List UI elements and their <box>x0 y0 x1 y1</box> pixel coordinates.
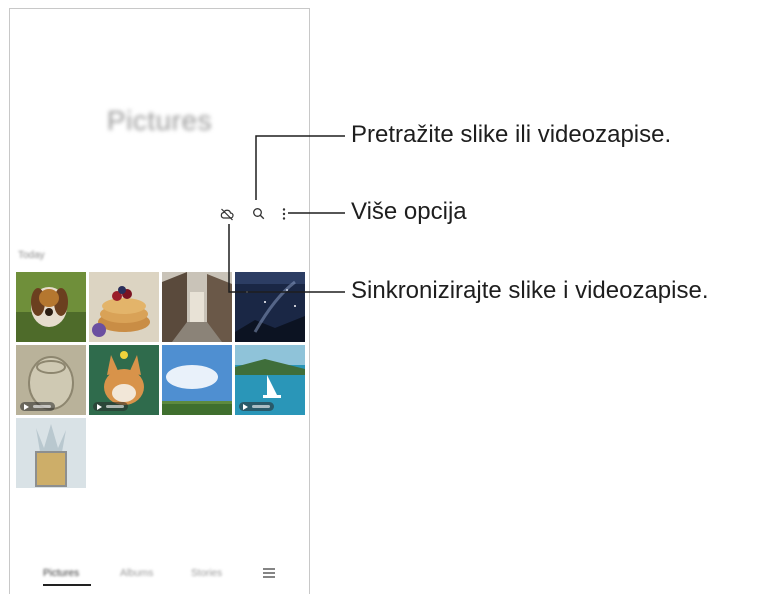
callout-more-options: Više opcija <box>351 198 467 225</box>
search-leader-line <box>255 135 345 200</box>
callout-search: Pretražite slike ili videozapise. <box>351 121 672 148</box>
sync-leader-line <box>228 224 345 293</box>
callout-sync: Sinkronizirajte slike i videozapise. <box>351 277 709 304</box>
